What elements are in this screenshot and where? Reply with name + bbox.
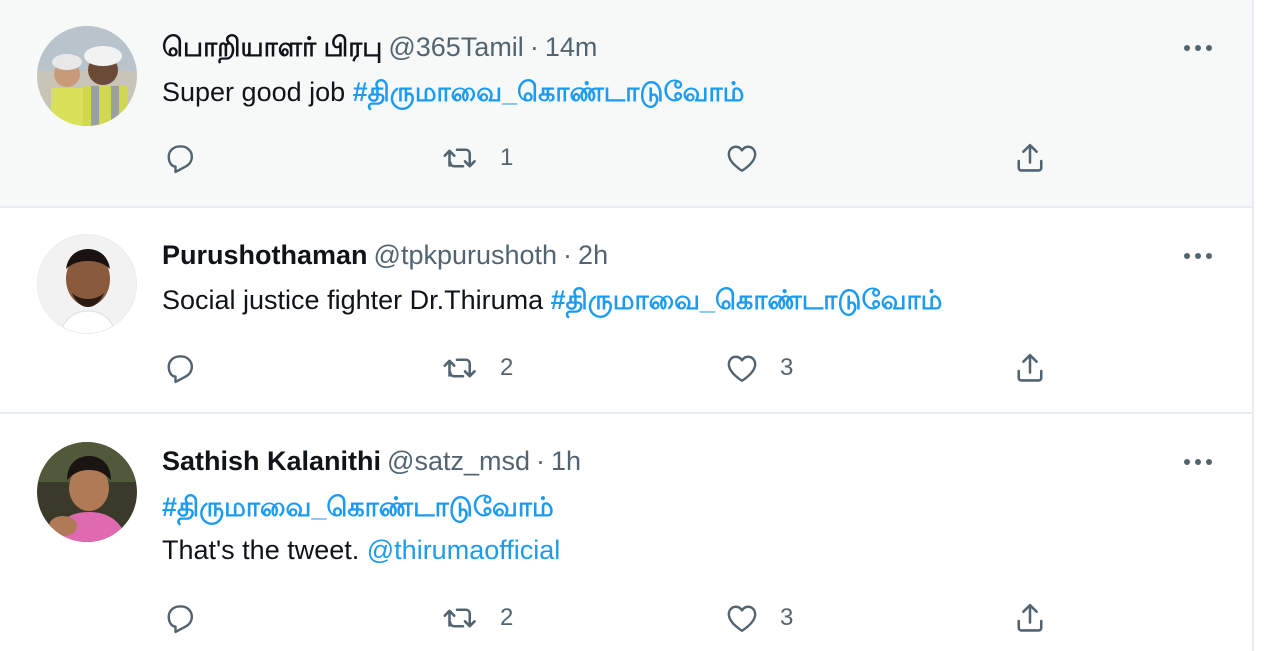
reply-icon bbox=[167, 355, 194, 384]
like-count: 3 bbox=[780, 604, 794, 631]
share-button[interactable] bbox=[1012, 138, 1048, 178]
reply-icon bbox=[167, 605, 194, 634]
share-button[interactable] bbox=[1012, 598, 1048, 638]
like-button[interactable] bbox=[724, 138, 780, 178]
tweet-text-content: That's the tweet. bbox=[162, 535, 367, 565]
more-icon bbox=[1184, 459, 1212, 465]
tweet-text-line: That's the tweet. @thirumaofficial bbox=[162, 530, 560, 570]
user-handle[interactable]: @satz_msd bbox=[387, 446, 530, 476]
like-button[interactable]: 3 bbox=[724, 598, 793, 638]
more-options-button[interactable] bbox=[1178, 450, 1218, 474]
reply-button[interactable] bbox=[162, 598, 198, 638]
user-handle[interactable]: @365Tamil bbox=[388, 32, 523, 62]
tweet-actions: 1 bbox=[0, 138, 1252, 178]
tweet[interactable]: பொறியாளர் பிரபு @365Tamil · 14m Super good … bbox=[0, 0, 1252, 208]
tweet-text: Social justice fighter Dr.Thiruma #திரும… bbox=[162, 280, 942, 320]
more-icon bbox=[1184, 253, 1212, 259]
reply-icon bbox=[167, 145, 194, 174]
avatar[interactable] bbox=[37, 234, 137, 334]
tweet-header: Sathish Kalanithi @satz_msd · 1h bbox=[162, 444, 581, 478]
avatar[interactable] bbox=[37, 442, 137, 542]
tweet-feed: பொறியாளர் பிரபு @365Tamil · 14m Super good … bbox=[0, 0, 1280, 651]
avatar-photo-man-pink-icon bbox=[37, 442, 137, 542]
more-icon bbox=[1184, 45, 1212, 51]
avatar-photo-man-icon bbox=[38, 235, 136, 333]
retweet-button[interactable]: 2 bbox=[440, 348, 513, 388]
separator-dot: · bbox=[563, 240, 573, 270]
timestamp[interactable]: 2h bbox=[578, 240, 608, 270]
tweet-text: Super good job #திருமாவை_கொண்டாடுவோம் bbox=[162, 72, 744, 112]
timestamp[interactable]: 1h bbox=[551, 446, 581, 476]
tweet-text-line: #திருமாவை_கொண்டாடுவோம் bbox=[162, 487, 554, 527]
retweet-icon bbox=[443, 608, 476, 628]
retweet-count: 2 bbox=[500, 604, 514, 631]
hashtag-link[interactable]: #திருமாவை_கொண்டாடுவோம் bbox=[551, 285, 943, 315]
retweet-count: 1 bbox=[500, 144, 514, 171]
reply-button[interactable] bbox=[162, 138, 198, 178]
tweet-text-content: Social justice fighter Dr.Thiruma bbox=[162, 285, 551, 315]
display-name[interactable]: Purushothaman bbox=[162, 240, 368, 270]
separator-dot: · bbox=[536, 446, 545, 476]
avatar[interactable] bbox=[37, 26, 137, 126]
tweet-header: பொறியாளர் பிரபு @365Tamil · 14m bbox=[162, 30, 597, 64]
tweet[interactable]: Sathish Kalanithi @satz_msd · 1h #திருமாவை_… bbox=[0, 414, 1252, 651]
like-count: 3 bbox=[780, 354, 794, 381]
tweet-text-content: Super good job bbox=[162, 77, 353, 107]
retweet-button[interactable]: 2 bbox=[440, 598, 513, 638]
share-icon bbox=[1017, 603, 1043, 632]
like-button[interactable]: 3 bbox=[724, 348, 793, 388]
avatar-photo-workers-icon bbox=[37, 26, 137, 126]
more-options-button[interactable] bbox=[1178, 244, 1218, 268]
display-name[interactable]: Sathish Kalanithi bbox=[162, 446, 381, 476]
tweet-actions: 2 3 bbox=[0, 598, 1252, 638]
retweet-icon bbox=[443, 358, 476, 378]
share-button[interactable] bbox=[1012, 348, 1048, 388]
tweet-header: Purushothaman @tpkpurushoth · 2h bbox=[162, 238, 608, 272]
retweet-count: 2 bbox=[500, 354, 514, 381]
hashtag-link[interactable]: #திருமாவை_கொண்டாடுவோம் bbox=[162, 492, 554, 522]
retweet-icon bbox=[443, 148, 476, 168]
reply-button[interactable] bbox=[162, 348, 198, 388]
hashtag-link[interactable]: #திருமாவை_கொண்டாடுவோம் bbox=[353, 77, 745, 107]
tweet[interactable]: Purushothaman @tpkpurushoth · 2h Social jus… bbox=[0, 208, 1252, 414]
user-handle[interactable]: @tpkpurushoth bbox=[374, 240, 558, 270]
more-options-button[interactable] bbox=[1178, 36, 1218, 60]
like-icon bbox=[727, 355, 757, 382]
retweet-button[interactable]: 1 bbox=[440, 138, 513, 178]
tweet-actions: 2 3 bbox=[0, 348, 1252, 388]
share-icon bbox=[1017, 143, 1043, 172]
separator-dot: · bbox=[529, 32, 539, 62]
display-name[interactable]: பொறியாளர் பிரபு bbox=[162, 32, 382, 62]
timestamp[interactable]: 14m bbox=[545, 32, 598, 62]
like-icon bbox=[727, 145, 757, 172]
like-icon bbox=[727, 605, 757, 632]
share-icon bbox=[1017, 353, 1043, 382]
column-border bbox=[1252, 0, 1254, 651]
mention-link[interactable]: @thirumaofficial bbox=[367, 535, 560, 565]
